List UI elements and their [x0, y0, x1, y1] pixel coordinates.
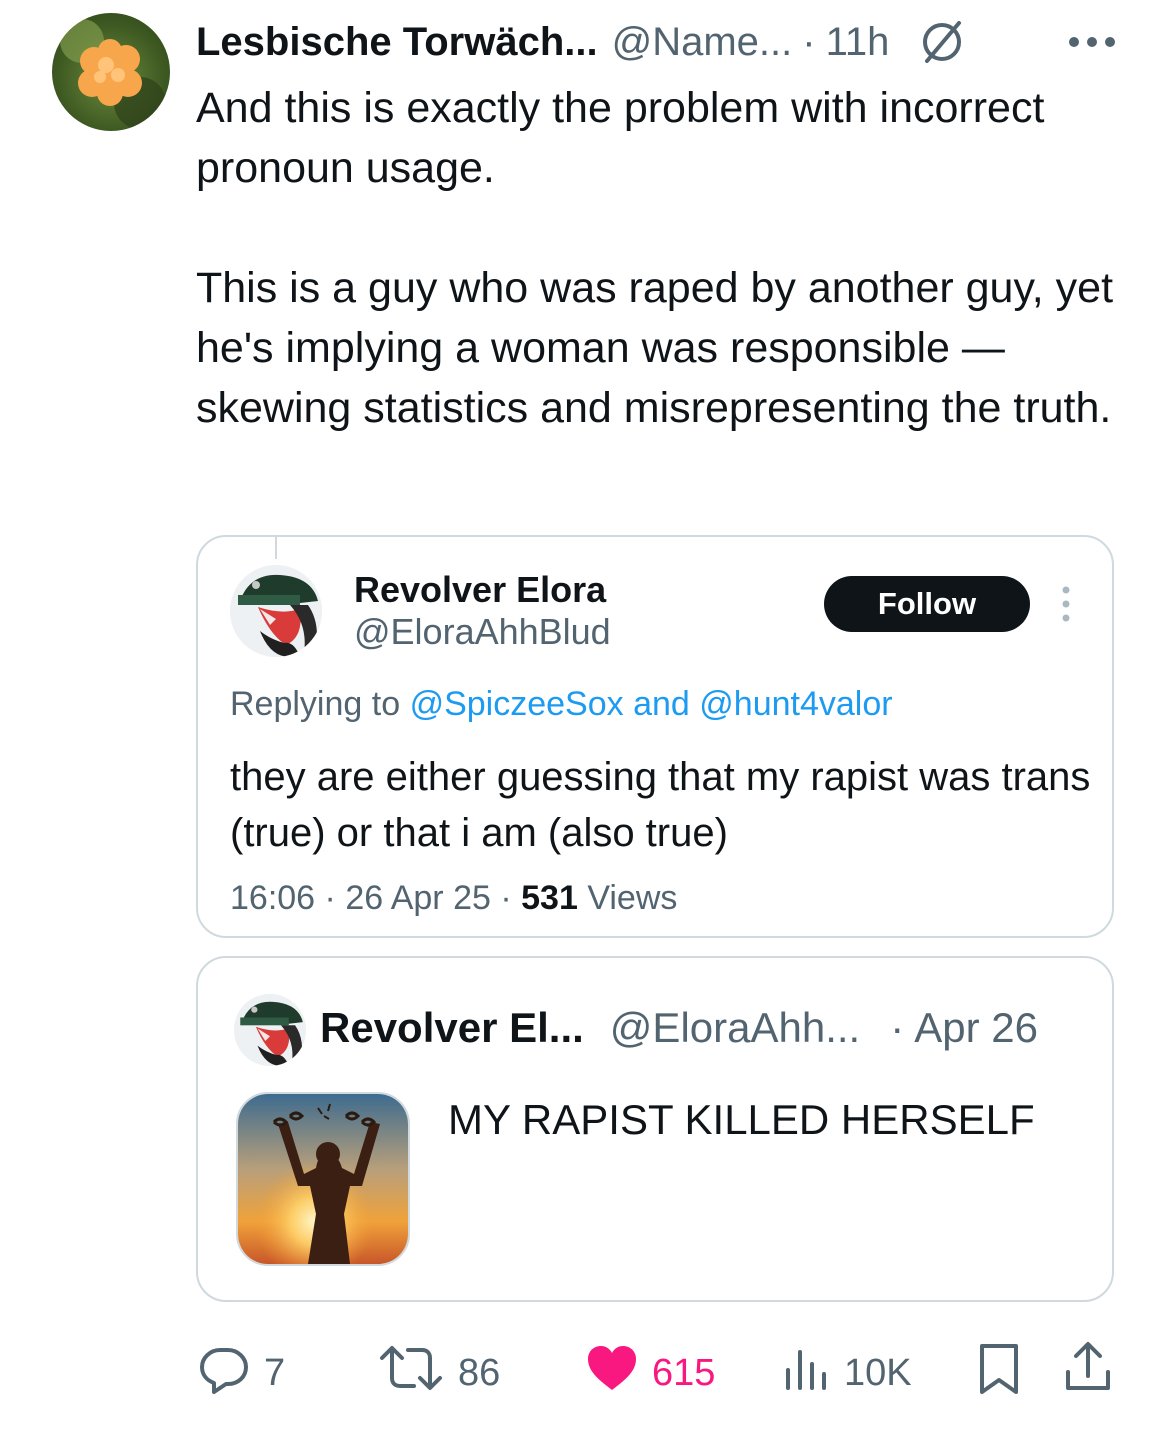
views-label: Views — [587, 879, 678, 917]
tweet-header: Lesbische Torwäch... @Name... · 11h — [196, 14, 1118, 70]
more-icon[interactable] — [1066, 32, 1118, 52]
thread-line — [275, 535, 277, 559]
repost-button[interactable]: 86 — [376, 1340, 500, 1406]
views-button[interactable]: 10K — [780, 1340, 912, 1406]
quoted-tweet-meta: 16:06 · 26 Apr 25 · 531 Views — [230, 879, 677, 918]
author-handle[interactable]: @Name... — [612, 20, 793, 65]
separator: · — [500, 879, 512, 917]
reply-icon — [196, 1340, 252, 1406]
reply-count: 7 — [264, 1351, 286, 1394]
quoted-author-name[interactable]: Revolver Elora — [354, 569, 606, 611]
follow-button[interactable]: Follow — [824, 576, 1030, 632]
no-symbol-icon — [917, 17, 967, 67]
like-button[interactable]: 615 — [584, 1340, 715, 1406]
kebab-icon[interactable] — [1060, 585, 1072, 628]
quoted-date[interactable]: 26 Apr 25 — [345, 879, 491, 917]
views-count: 531 — [521, 879, 578, 917]
replying-prefix: Replying to — [230, 685, 401, 723]
author-name[interactable]: Lesbische Torwäch... — [196, 20, 598, 65]
replying-to: Replying to @SpiczeeSox and @hunt4valor — [230, 685, 893, 724]
quoted-tweet[interactable]: Revolver Elora @EloraAhhBlud Follow Repl… — [196, 535, 1114, 938]
tweet-paragraph: And this is exactly the problem with inc… — [196, 84, 1045, 192]
like-count: 615 — [652, 1351, 716, 1394]
quoted-author-handle[interactable]: @EloraAhhBlud — [354, 611, 611, 653]
bookmark-button[interactable] — [974, 1340, 1024, 1406]
quoted-tweet-text: MY RAPIST KILLED HERSELF — [448, 1096, 1035, 1143]
quoted-author-name[interactable]: Revolver El... — [320, 1004, 584, 1052]
tweet-paragraph: This is a guy who was raped by another g… — [196, 264, 1114, 432]
replying-and[interactable]: and — [633, 685, 690, 723]
views-count: 10K — [844, 1351, 912, 1394]
quoted-tweet-text: they are either guessing that my rapist … — [230, 755, 1091, 855]
mention-link[interactable]: @SpiczeeSox — [410, 685, 624, 723]
repost-count: 86 — [458, 1351, 501, 1394]
views-icon — [780, 1340, 832, 1406]
quoted-author-handle[interactable]: @EloraAhh... — [610, 1004, 860, 1052]
quoted-time[interactable]: 16:06 — [230, 879, 315, 917]
heart-icon — [584, 1340, 640, 1406]
reply-button[interactable]: 7 — [196, 1340, 285, 1406]
mention-link[interactable]: @hunt4valor — [699, 685, 892, 723]
quoted-media-image[interactable] — [236, 1092, 410, 1266]
action-bar: 7 86 615 10K — [196, 1340, 1114, 1404]
bookmark-icon — [974, 1340, 1024, 1406]
share-button[interactable] — [1062, 1340, 1114, 1406]
quoted-date[interactable]: Apr 26 — [914, 1004, 1038, 1052]
repost-icon — [376, 1340, 446, 1406]
quoted-tweet[interactable]: Revolver El... @EloraAhh... · Apr 26 MY … — [196, 956, 1114, 1302]
tweet-text: And this is exactly the problem with inc… — [196, 78, 1126, 438]
quoted-author-avatar[interactable] — [234, 994, 306, 1066]
quoted-tweet-header: Revolver El... @EloraAhh... · Apr 26 — [320, 1004, 1038, 1052]
separator: · — [802, 19, 816, 64]
author-avatar[interactable] — [52, 13, 170, 131]
share-icon — [1062, 1340, 1114, 1406]
separator: · — [324, 879, 336, 917]
separator: · — [890, 1004, 905, 1051]
tweet-time[interactable]: 11h — [826, 20, 890, 65]
quoted-author-avatar[interactable] — [230, 565, 322, 657]
